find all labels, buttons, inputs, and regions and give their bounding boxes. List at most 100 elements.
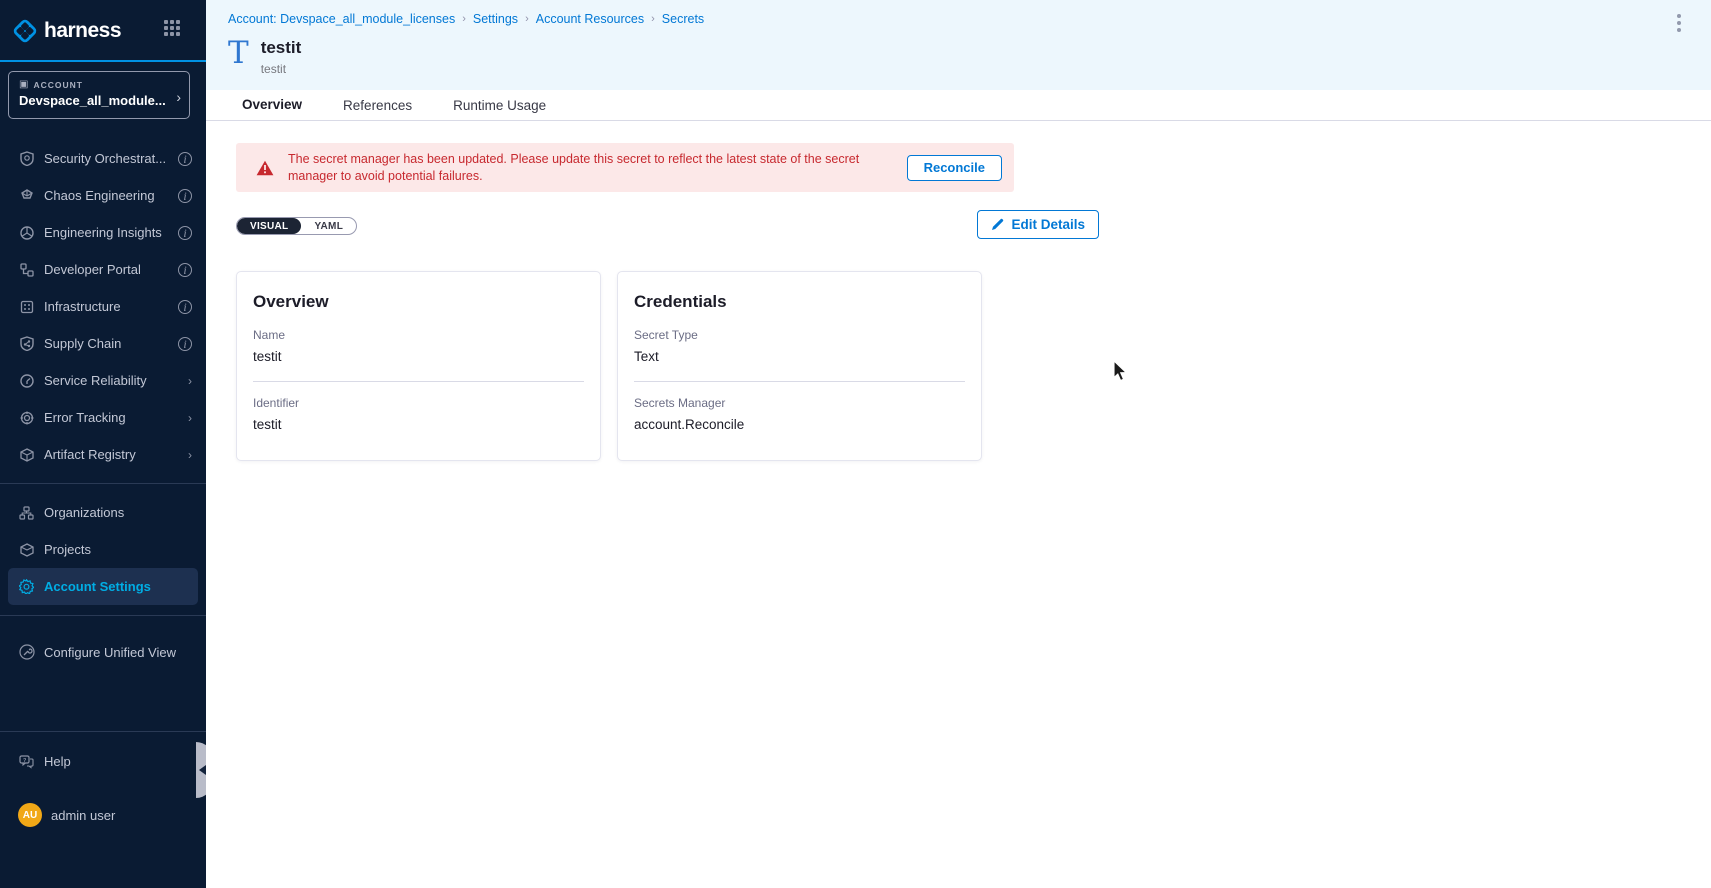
sidebar-item-organizations[interactable]: Organizations bbox=[0, 494, 206, 531]
tab-runtime-usage[interactable]: Runtime Usage bbox=[453, 98, 546, 122]
sidebar-item-engineering-insights[interactable]: Engineering Insights i bbox=[0, 214, 206, 251]
page-subtitle: testit bbox=[261, 62, 302, 76]
tab-references[interactable]: References bbox=[343, 98, 412, 122]
projects-cube-icon bbox=[18, 541, 35, 558]
tab-bar: Overview References Runtime Usage bbox=[206, 90, 1711, 121]
field-value: testit bbox=[253, 349, 584, 364]
breadcrumb: Account: Devspace_all_module_licenses › … bbox=[228, 12, 704, 26]
account-name: Devspace_all_module... bbox=[19, 93, 179, 108]
sidebar-item-artifact-registry[interactable]: Artifact Registry › bbox=[0, 436, 206, 473]
card-title: Credentials bbox=[634, 292, 965, 312]
main-area: Account: Devspace_all_module_licenses › … bbox=[206, 0, 1711, 888]
toggle-yaml[interactable]: YAML bbox=[301, 218, 356, 234]
sidebar-item-service-reliability[interactable]: Service Reliability › bbox=[0, 362, 206, 399]
account-scope-label: ACCOUNT bbox=[33, 80, 83, 90]
wrench-icon bbox=[18, 644, 35, 661]
info-icon[interactable]: i bbox=[178, 189, 192, 203]
kebab-menu-icon[interactable] bbox=[1671, 14, 1687, 36]
sidebar-item-error-tracking[interactable]: Error Tracking › bbox=[0, 399, 206, 436]
chevron-right-icon: › bbox=[462, 13, 466, 25]
breadcrumb-account-link[interactable]: Account: Devspace_all_module_licenses bbox=[228, 12, 455, 26]
tab-content: The secret manager has been updated. Ple… bbox=[206, 121, 1711, 888]
field-label: Secret Type bbox=[634, 328, 965, 342]
card-divider bbox=[253, 381, 584, 382]
field-label: Secrets Manager bbox=[634, 396, 965, 410]
credentials-card: Credentials Secret Type Text Secrets Man… bbox=[617, 271, 982, 461]
title-block: T testit testit bbox=[228, 38, 301, 76]
help-chat-icon: ? bbox=[18, 753, 35, 770]
sidebar-item-help[interactable]: ? Help bbox=[0, 743, 206, 780]
collapse-left-icon bbox=[199, 765, 206, 775]
harness-logo-icon bbox=[12, 18, 38, 44]
org-chart-icon bbox=[18, 504, 35, 521]
field-value: account.Reconcile bbox=[634, 417, 965, 432]
account-scope-icon: ▣ bbox=[19, 79, 28, 90]
view-toggle-row: VISUAL YAML Edit Details bbox=[236, 210, 1014, 240]
breadcrumb-account-resources-link[interactable]: Account Resources bbox=[536, 12, 644, 26]
avatar: AU bbox=[18, 803, 42, 827]
warning-icon bbox=[256, 160, 274, 176]
sidebar-divider bbox=[0, 615, 206, 616]
info-icon[interactable]: i bbox=[178, 226, 192, 240]
banner-message: The secret manager has been updated. Ple… bbox=[288, 151, 893, 185]
text-secret-type-icon: T bbox=[228, 38, 249, 68]
supply-chain-icon bbox=[18, 335, 35, 352]
detail-cards: Overview Name testit Identifier testit C… bbox=[236, 271, 982, 461]
chevron-right-icon: › bbox=[188, 374, 192, 388]
info-icon[interactable]: i bbox=[178, 300, 192, 314]
edit-details-label: Edit Details bbox=[1011, 217, 1085, 232]
sidebar-divider bbox=[0, 731, 206, 732]
infrastructure-icon bbox=[18, 298, 35, 315]
sidebar-item-account-settings[interactable]: Account Settings bbox=[8, 568, 198, 605]
reconcile-button[interactable]: Reconcile bbox=[907, 155, 1002, 181]
portal-icon bbox=[18, 261, 35, 278]
gear-icon bbox=[18, 578, 35, 595]
sidebar-item-supply-chain[interactable]: Supply Chain i bbox=[0, 325, 206, 362]
module-grid-icon[interactable] bbox=[164, 20, 182, 38]
info-icon[interactable]: i bbox=[178, 263, 192, 277]
chevron-right-icon: › bbox=[188, 448, 192, 462]
toggle-visual[interactable]: VISUAL bbox=[237, 218, 301, 234]
insights-icon bbox=[18, 224, 35, 241]
chaos-icon bbox=[18, 187, 35, 204]
page-header: Account: Devspace_all_module_licenses › … bbox=[206, 0, 1711, 90]
reconcile-warning-banner: The secret manager has been updated. Ple… bbox=[236, 143, 1014, 192]
sidebar-item-infrastructure[interactable]: Infrastructure i bbox=[0, 288, 206, 325]
tab-overview[interactable]: Overview bbox=[242, 97, 302, 123]
breadcrumb-settings-link[interactable]: Settings bbox=[473, 12, 518, 26]
chevron-right-icon: › bbox=[176, 89, 181, 105]
card-title: Overview bbox=[253, 292, 584, 312]
sidebar-accent-line bbox=[0, 60, 206, 62]
sidebar: harness ▣ ACCOUNT Devspace_all_module...… bbox=[0, 0, 206, 888]
sidebar-item-user-profile[interactable]: AU admin user bbox=[0, 795, 206, 835]
field-value: Text bbox=[634, 349, 965, 364]
app-root: harness ▣ ACCOUNT Devspace_all_module...… bbox=[0, 0, 1711, 888]
info-icon[interactable]: i bbox=[178, 152, 192, 166]
logo-text: harness bbox=[44, 19, 121, 43]
edit-details-button[interactable]: Edit Details bbox=[977, 210, 1099, 239]
sidebar-item-chaos-engineering[interactable]: Chaos Engineering i bbox=[0, 177, 206, 214]
info-icon[interactable]: i bbox=[178, 337, 192, 351]
pencil-icon bbox=[991, 218, 1004, 231]
reliability-icon bbox=[18, 372, 35, 389]
chevron-right-icon: › bbox=[188, 411, 192, 425]
sidebar-nav: Security Orchestrat... i Chaos Engineeri… bbox=[0, 140, 206, 674]
target-icon bbox=[18, 409, 35, 426]
sidebar-item-projects[interactable]: Projects bbox=[0, 531, 206, 568]
field-label: Name bbox=[253, 328, 584, 342]
sidebar-divider bbox=[0, 483, 206, 484]
cube-icon bbox=[18, 446, 35, 463]
sidebar-item-configure-unified-view[interactable]: Configure Unified View bbox=[0, 630, 206, 674]
sidebar-item-security-orchestration[interactable]: Security Orchestrat... i bbox=[0, 140, 206, 177]
page-title: testit bbox=[261, 38, 302, 58]
breadcrumb-secrets-link[interactable]: Secrets bbox=[662, 12, 704, 26]
field-label: Identifier bbox=[253, 396, 584, 410]
logo[interactable]: harness bbox=[12, 16, 194, 46]
card-divider bbox=[634, 381, 965, 382]
chevron-right-icon: › bbox=[651, 13, 655, 25]
field-value: testit bbox=[253, 417, 584, 432]
visual-yaml-toggle[interactable]: VISUAL YAML bbox=[236, 217, 357, 235]
sidebar-item-developer-portal[interactable]: Developer Portal i bbox=[0, 251, 206, 288]
chevron-right-icon: › bbox=[525, 13, 529, 25]
account-selector[interactable]: ▣ ACCOUNT Devspace_all_module... › bbox=[8, 71, 190, 119]
